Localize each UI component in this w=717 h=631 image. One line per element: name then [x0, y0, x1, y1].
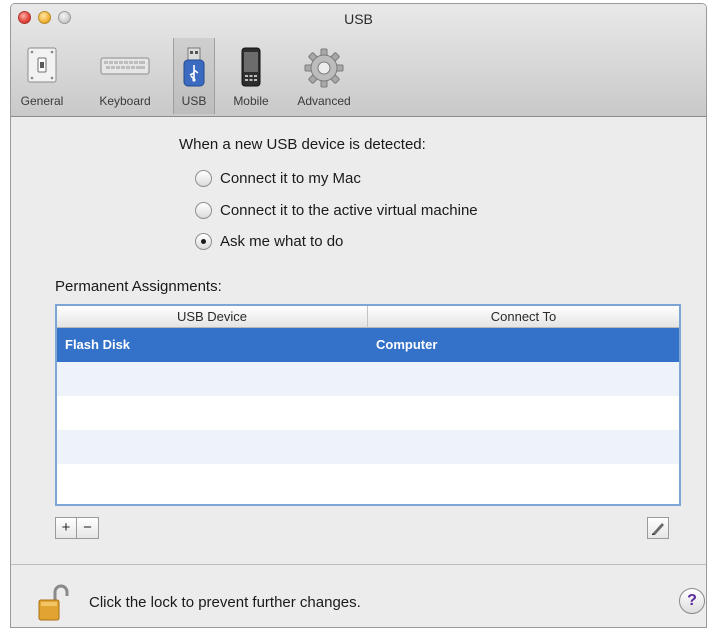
radio-connect-vm[interactable]: Connect it to the active virtual machine: [195, 200, 478, 220]
titlebar-toolbar: USB General Keyboard USB Mobile Advanced: [11, 4, 706, 117]
column-header-usb-device[interactable]: USB Device: [57, 306, 368, 327]
pencil-icon: [652, 523, 664, 535]
toolbar-item-general[interactable]: General: [11, 38, 73, 114]
lock-open-icon[interactable]: [37, 584, 71, 624]
keyboard-icon: [100, 57, 150, 75]
window-title: USB: [344, 11, 373, 27]
table-header: USB Device Connect To: [57, 306, 679, 328]
radio-connect-mac[interactable]: Connect it to my Mac: [195, 168, 361, 188]
usb-detect-heading: When a new USB device is detected:: [179, 136, 426, 153]
table-row-empty[interactable]: [57, 362, 679, 396]
table-row-empty[interactable]: [57, 396, 679, 430]
radio-ask-me[interactable]: Ask me what to do: [195, 231, 343, 251]
remove-button[interactable]: −: [77, 517, 99, 539]
usb-pane: When a new USB device is detected: Conne…: [11, 118, 706, 594]
table-row[interactable]: Flash Disk Computer: [57, 328, 679, 362]
usb-icon: [183, 47, 205, 87]
toolbar-item-advanced[interactable]: Advanced: [287, 38, 361, 114]
add-button[interactable]: +: [55, 517, 77, 539]
toolbar-item-mobile[interactable]: Mobile: [223, 38, 279, 114]
radio-button-checked[interactable]: [195, 232, 212, 250]
gear-icon: [304, 48, 344, 88]
table-row-empty[interactable]: [57, 430, 679, 464]
table-row-empty[interactable]: [57, 464, 679, 498]
column-header-connect-to[interactable]: Connect To: [368, 306, 679, 327]
toolbar-item-keyboard[interactable]: Keyboard: [85, 38, 165, 114]
mobile-icon: [241, 47, 261, 87]
edit-button-box: [647, 517, 669, 541]
footer-divider: [11, 564, 706, 565]
cell-usb-device: Flash Disk: [65, 337, 131, 352]
help-button[interactable]: ?: [679, 588, 705, 614]
general-switch-icon: [27, 47, 57, 83]
lock-message: Click the lock to prevent further change…: [89, 594, 361, 611]
add-remove-buttons: + −: [55, 517, 99, 541]
radio-button[interactable]: [195, 169, 212, 187]
toolbar-item-usb[interactable]: USB: [173, 38, 215, 114]
radio-button[interactable]: [195, 201, 212, 219]
assignments-table[interactable]: USB Device Connect To Flash Disk Compute…: [55, 304, 681, 506]
preferences-window: USB General Keyboard USB Mobile Advanced…: [10, 3, 707, 628]
permanent-assignments-label: Permanent Assignments:: [55, 278, 222, 295]
cell-connect-to: Computer: [376, 337, 438, 352]
edit-button[interactable]: [647, 517, 669, 539]
